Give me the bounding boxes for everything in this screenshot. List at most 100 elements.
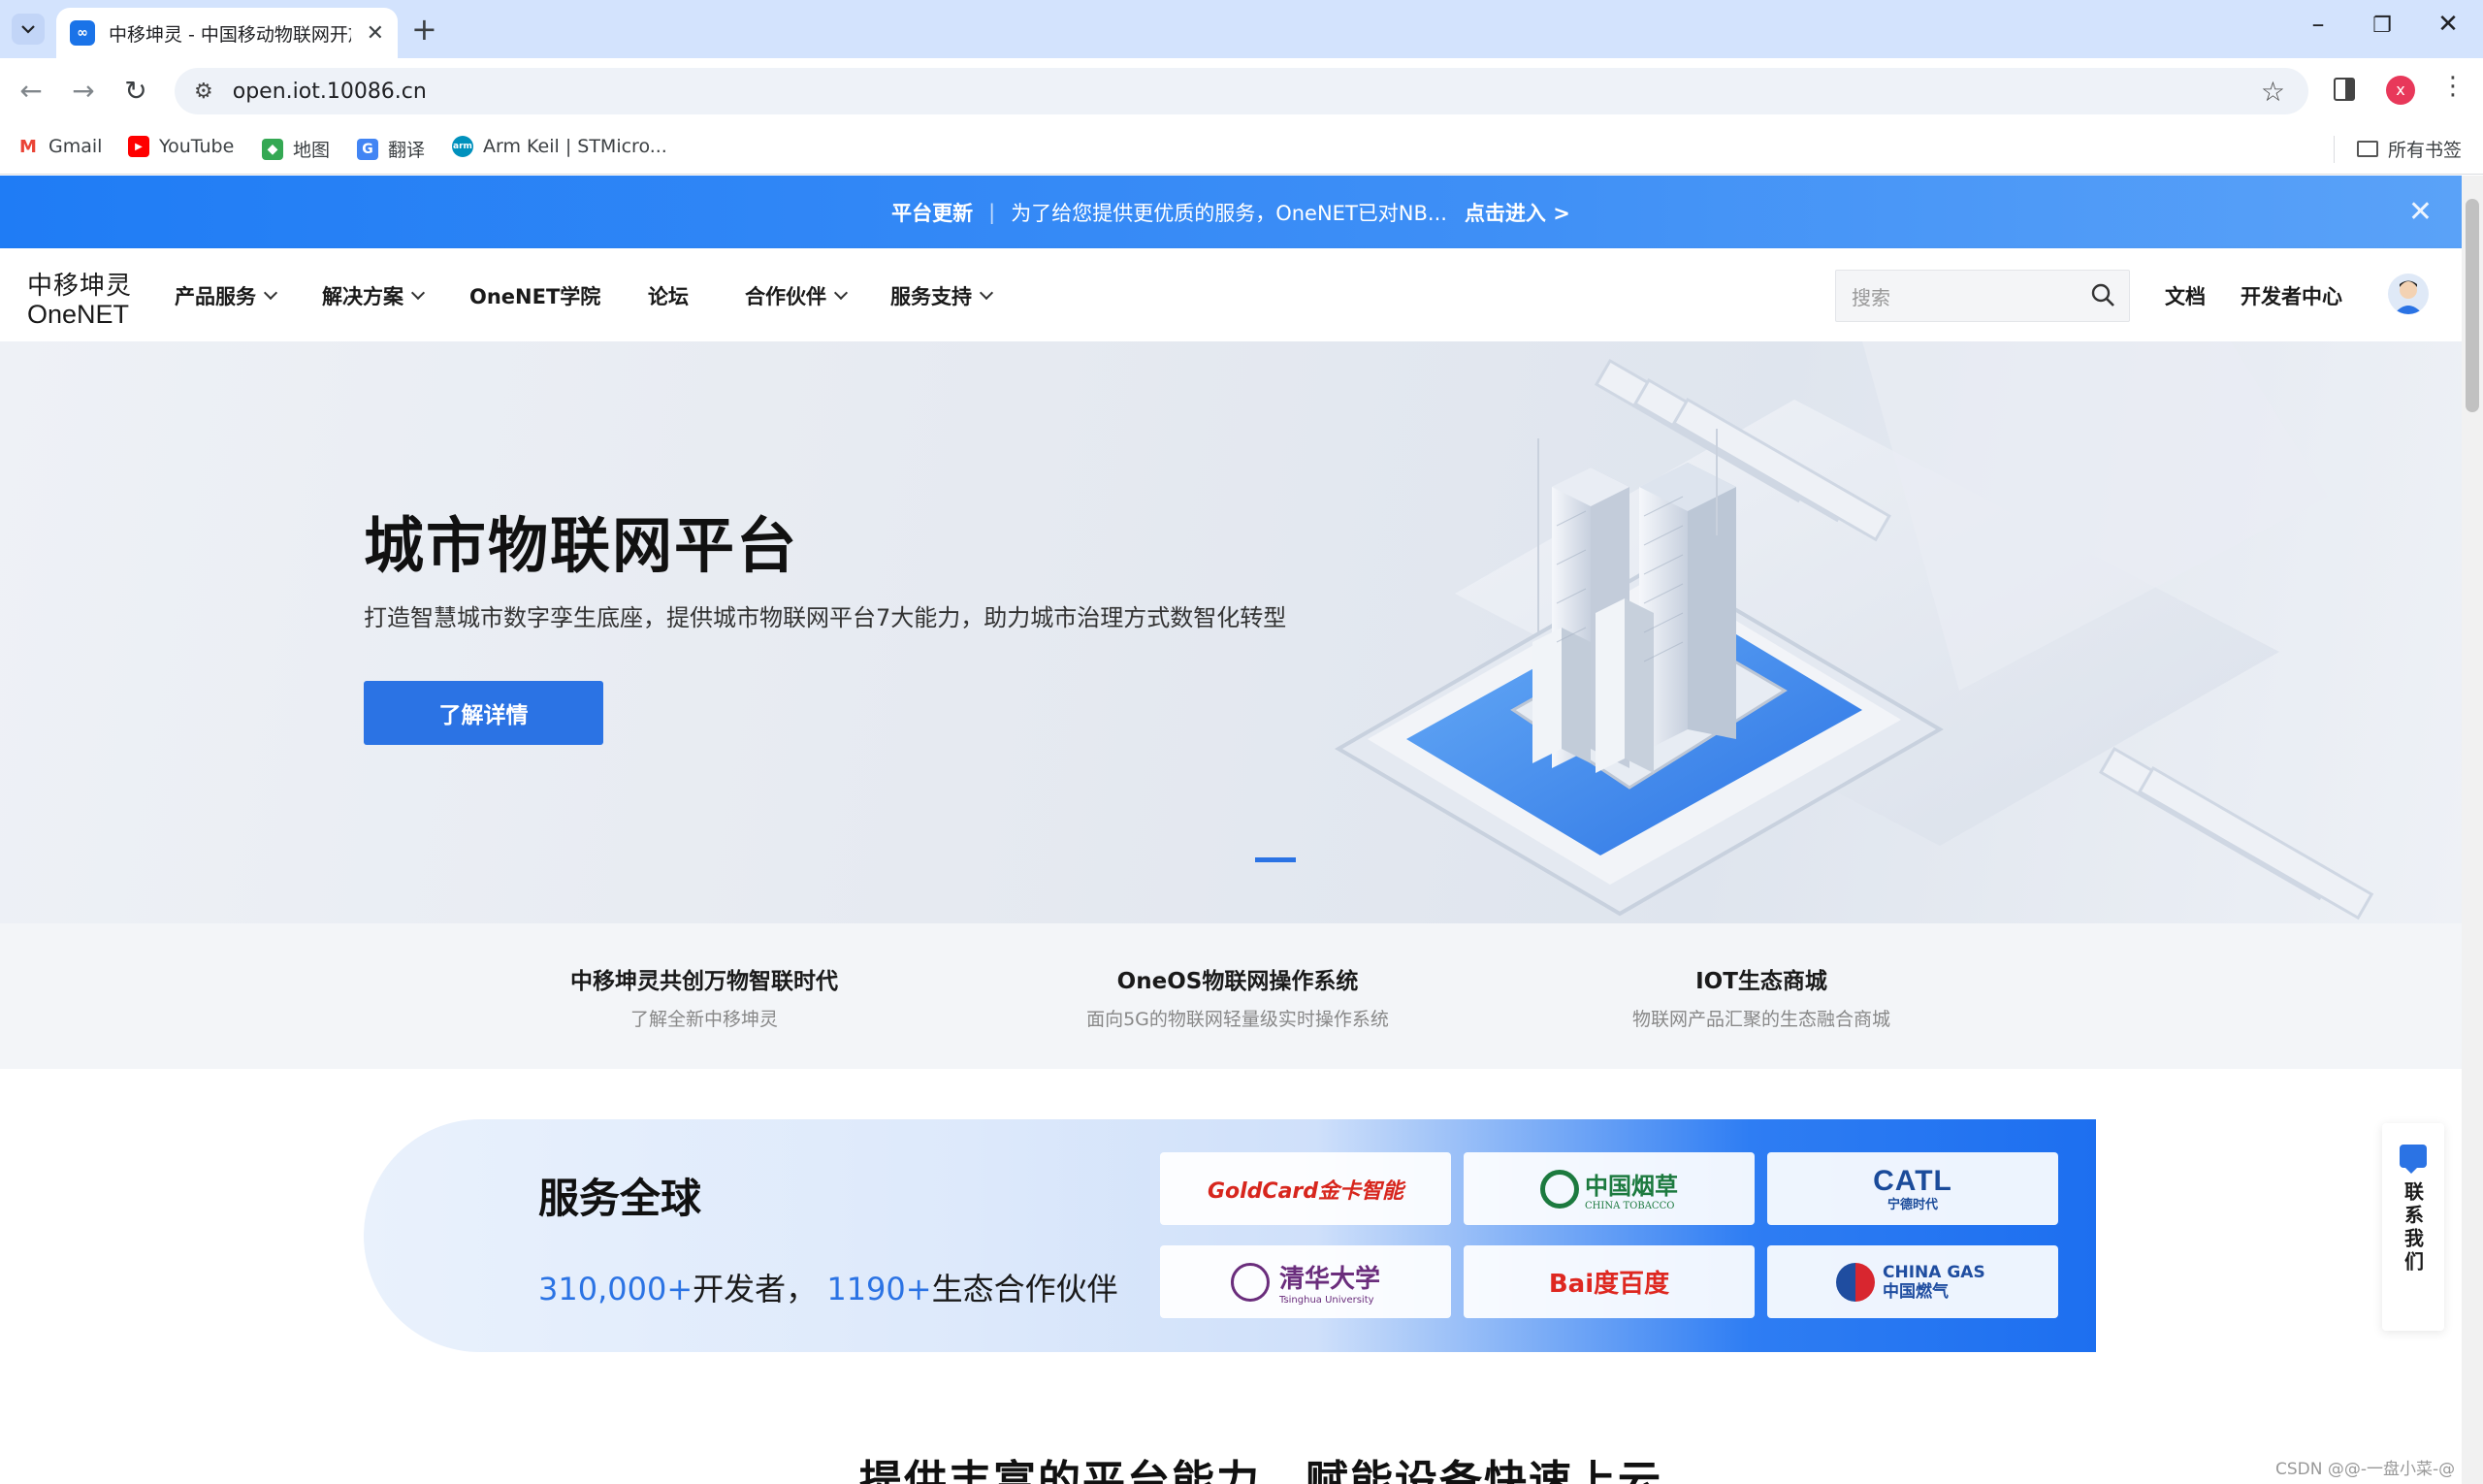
profile-avatar[interactable]: x bbox=[2386, 76, 2415, 105]
tab-list-button[interactable] bbox=[12, 14, 45, 45]
chevron-down-icon bbox=[833, 285, 849, 301]
search-icon[interactable] bbox=[2090, 282, 2115, 307]
folder-icon bbox=[2357, 141, 2378, 157]
bookmark-star-icon[interactable]: ☆ bbox=[2261, 76, 2285, 108]
forward-button[interactable]: → bbox=[64, 72, 103, 111]
close-window-button[interactable]: ✕ bbox=[2419, 10, 2477, 39]
restore-button[interactable]: ❐ bbox=[2353, 14, 2411, 38]
partner-count: 1190+ bbox=[826, 1271, 932, 1307]
nav-label: 论坛 bbox=[648, 285, 689, 308]
partner-logo-baidu: Bai度百度 bbox=[1464, 1245, 1755, 1318]
feature-subtitle: 面向5G的物联网轻量级实时操作系统 bbox=[1086, 1009, 1389, 1030]
close-icon[interactable]: ✕ bbox=[2408, 195, 2433, 229]
bookmark-youtube[interactable]: ▶ YouTube bbox=[128, 136, 234, 157]
nav-solutions[interactable]: 解决方案 bbox=[322, 281, 426, 310]
partner-name: CHINA GAS 中国燃气 bbox=[1883, 1262, 1985, 1302]
partner-name: CATL bbox=[1873, 1165, 1952, 1197]
feature-card-iot-mall[interactable]: IOT生态商城 物联网产品汇聚的生态融合商城 bbox=[1519, 962, 2004, 1031]
chevron-down-icon bbox=[410, 285, 426, 301]
global-title: 服务全球 bbox=[538, 1175, 702, 1222]
site-info-icon[interactable]: ⚙ bbox=[194, 80, 213, 104]
partner-name: Bai度百度 bbox=[1548, 1270, 1670, 1299]
youtube-icon: ▶ bbox=[128, 136, 149, 157]
tab-title: 中移坤灵 - 中国移动物联网开放 bbox=[109, 23, 351, 46]
csdn-watermark: CSDN @@-一盘小菜-@ bbox=[2275, 1460, 2456, 1479]
bookmark-label: YouTube bbox=[159, 136, 235, 157]
bookmark-arm-keil[interactable]: arm Arm Keil | STMicro... bbox=[452, 136, 667, 157]
user-avatar[interactable] bbox=[2388, 274, 2429, 314]
feature-card-oneos[interactable]: OneOS物联网操作系统 面向5G的物联网轻量级实时操作系统 bbox=[995, 962, 1480, 1031]
back-button[interactable]: ← bbox=[12, 72, 50, 111]
capabilities-section-title: 提供丰富的平台能力，赋能设备快速上云 bbox=[859, 1457, 1662, 1484]
chevron-down-icon bbox=[21, 25, 35, 34]
feature-title: IOT生态商城 bbox=[1695, 969, 1827, 994]
partner-logo-catl: CATL 宁德时代 bbox=[1767, 1152, 2058, 1225]
dev-center-link[interactable]: 开发者中心 bbox=[2241, 281, 2342, 310]
partner-logo-china-tobacco: 中国烟草 CHINA TOBACCO bbox=[1464, 1152, 1755, 1225]
partner-subname: Tsinghua University bbox=[1278, 1294, 1374, 1306]
maps-icon: ◆ bbox=[262, 138, 283, 160]
logo-cn-text: 中移坤灵 bbox=[27, 272, 133, 301]
partner-name: GoldCard金卡智能 bbox=[1207, 1178, 1404, 1204]
bookmark-maps[interactable]: ◆ 地图 bbox=[262, 136, 330, 162]
partner-subname: 宁德时代 bbox=[1886, 1198, 1938, 1212]
nav-label: 服务支持 bbox=[890, 285, 972, 308]
bookmark-label: Gmail bbox=[48, 136, 103, 157]
hero-title: 城市物联网平台 bbox=[364, 510, 799, 581]
partner-logo-goldcard: GoldCard金卡智能 bbox=[1160, 1152, 1451, 1225]
city-illustration bbox=[1335, 341, 2374, 920]
partner-logo-tsinghua: 清华大学 Tsinghua University bbox=[1160, 1245, 1451, 1318]
nav-support[interactable]: 服务支持 bbox=[890, 281, 994, 310]
page-scrollbar[interactable] bbox=[2462, 176, 2483, 1484]
gmail-icon: M bbox=[17, 136, 39, 157]
hero-subtitle: 打造智慧城市数字孪生底座，提供城市物联网平台7大能力，助力城市治理方式数智化转型 bbox=[364, 604, 1287, 631]
browser-toolbar: ← → ↻ ⚙ open.iot.10086.cn ☆ x ⋮ bbox=[0, 58, 2483, 124]
scrollbar-thumb[interactable] bbox=[2466, 199, 2479, 412]
arm-icon: arm bbox=[452, 136, 473, 157]
nav-forum[interactable]: 论坛 bbox=[648, 281, 689, 310]
new-tab-button[interactable]: + bbox=[411, 12, 437, 47]
docs-link[interactable]: 文档 bbox=[2165, 281, 2206, 310]
bookmark-translate[interactable]: G 翻译 bbox=[357, 136, 425, 162]
partner-label: 生态合作伙伴 bbox=[931, 1271, 1118, 1307]
carousel-indicator[interactable] bbox=[1255, 857, 1296, 862]
contact-us-float[interactable]: 联系我们 bbox=[2382, 1123, 2444, 1331]
china-gas-emblem-icon bbox=[1836, 1262, 1875, 1302]
nav-label: OneNET学院 bbox=[469, 285, 601, 308]
address-bar[interactable]: ⚙ open.iot.10086.cn ☆ bbox=[175, 68, 2308, 114]
bookmark-label: 翻译 bbox=[388, 140, 426, 161]
chevron-down-icon bbox=[263, 285, 278, 301]
global-stats: 310,000+开发者， 1190+生态合作伙伴 bbox=[538, 1265, 1118, 1309]
onenet-logo[interactable]: 中移坤灵 OneNET bbox=[27, 266, 132, 330]
onenet-favicon-icon: ∞ bbox=[70, 20, 95, 46]
notice-link[interactable]: 点击进入 > bbox=[1465, 198, 1570, 227]
nav-label: 解决方案 bbox=[322, 285, 403, 308]
nav-products[interactable]: 产品服务 bbox=[175, 281, 278, 310]
url-text: open.iot.10086.cn bbox=[232, 79, 427, 104]
tab-close-icon[interactable]: ✕ bbox=[367, 21, 384, 46]
site-navbar: 中移坤灵 OneNET 产品服务 解决方案 OneNET学院 论坛 合作伙伴 服… bbox=[0, 248, 2462, 341]
tobacco-emblem-icon bbox=[1540, 1169, 1579, 1209]
search-input[interactable]: 搜索 bbox=[1835, 270, 2130, 322]
active-tab[interactable]: ∞ 中移坤灵 - 中国移动物联网开放 ✕ bbox=[56, 8, 398, 58]
bookmarks-bar: M Gmail ▶ YouTube ◆ 地图 G 翻译 arm Arm Keil… bbox=[0, 124, 2483, 175]
nav-label: 合作伙伴 bbox=[745, 285, 826, 308]
update-notice-banner[interactable]: 平台更新 | 为了给您提供更优质的服务，OneNET已对NB... 点击进入 >… bbox=[0, 176, 2462, 248]
hero-banner: 城市物联网平台 打造智慧城市数字孪生底座，提供城市物联网平台7大能力，助力城市治… bbox=[0, 341, 2462, 923]
nav-academy[interactable]: OneNET学院 bbox=[469, 281, 600, 310]
feature-card-kunling[interactable]: 中移坤灵共创万物智联时代 了解全新中移坤灵 bbox=[462, 962, 947, 1031]
minimize-button[interactable]: – bbox=[2289, 10, 2347, 39]
developer-count: 310,000+ bbox=[538, 1271, 693, 1307]
all-bookmarks[interactable]: 所有书签 bbox=[2357, 136, 2462, 162]
nav-partners[interactable]: 合作伙伴 bbox=[745, 281, 849, 310]
page-viewport: 平台更新 | 为了给您提供更优质的服务，OneNET已对NB... 点击进入 >… bbox=[0, 176, 2462, 1484]
side-panel-icon[interactable] bbox=[2334, 78, 2355, 101]
logo-en-text: OneNET bbox=[27, 300, 130, 329]
learn-more-button[interactable]: 了解详情 bbox=[364, 681, 603, 745]
developer-label: 开发者， bbox=[693, 1271, 818, 1307]
reload-button[interactable]: ↻ bbox=[116, 72, 155, 111]
bookmark-gmail[interactable]: M Gmail bbox=[17, 136, 102, 157]
partner-name: 中国烟草 bbox=[1585, 1172, 1678, 1200]
feature-title: OneOS物联网操作系统 bbox=[1116, 969, 1359, 994]
menu-kebab-icon[interactable]: ⋮ bbox=[2440, 72, 2466, 101]
